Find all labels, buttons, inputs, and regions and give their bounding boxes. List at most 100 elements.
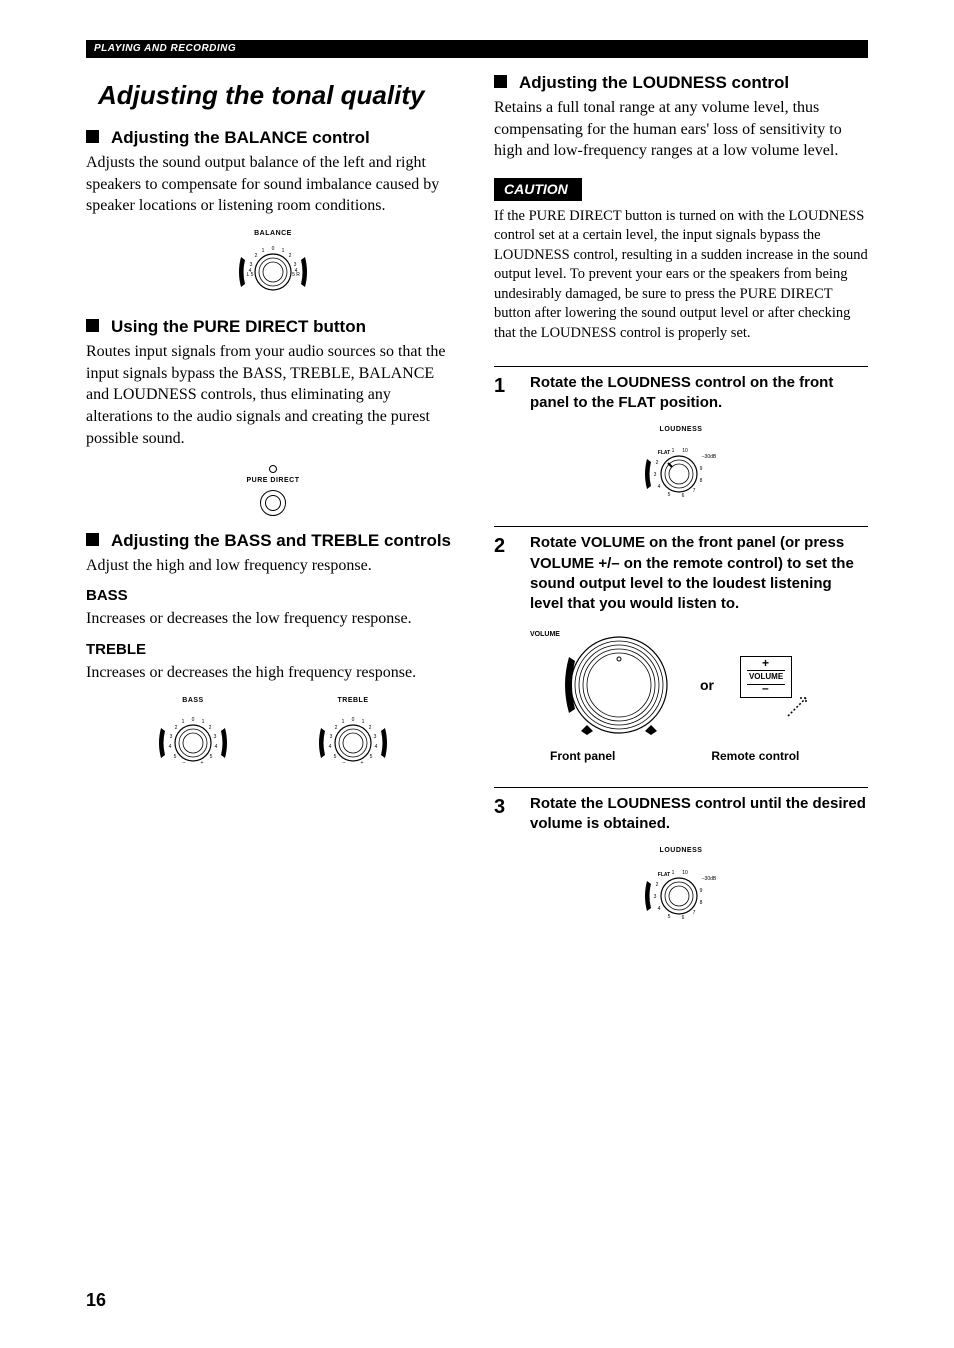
bullet-square-icon	[86, 319, 99, 332]
step-3-text: Rotate the LOUDNESS control until the de…	[530, 794, 868, 835]
svg-text:0: 0	[272, 246, 275, 252]
section-header-bar: PLAYING AND RECORDING	[86, 40, 868, 58]
step-1: 1 Rotate the LOUDNESS control on the fro…	[494, 367, 868, 414]
pure-direct-led-icon	[269, 465, 277, 473]
svg-text:3: 3	[214, 734, 217, 740]
svg-text:1: 1	[262, 248, 265, 254]
loudness-knob-icon: FLAT –30dB 110 29 38 47 56	[631, 434, 731, 504]
balance-knob-label: BALANCE	[254, 229, 292, 238]
step-2-figure: VOLUME	[494, 630, 868, 740]
svg-text:2: 2	[335, 725, 338, 731]
bass-knob-label: BASS	[182, 696, 203, 705]
bullet-square-icon	[86, 533, 99, 546]
svg-text:8: 8	[700, 900, 703, 906]
balance-knob-figure: BALANCE 0 L 55 R 11 22	[86, 229, 460, 302]
bass-treble-knobs: BASS 0 1 1 2 2 3 3	[86, 696, 460, 773]
pure-direct-body: Routes input signals from your audio sou…	[86, 341, 460, 449]
balance-body: Adjusts the sound output balance of the …	[86, 152, 460, 217]
svg-text:2: 2	[656, 460, 659, 466]
volume-knob-icon	[564, 630, 674, 740]
pure-direct-label: PURE DIRECT	[247, 476, 300, 485]
svg-text:3: 3	[374, 734, 377, 740]
caption-remote: Remote control	[711, 748, 799, 764]
step-1-number: 1	[494, 373, 512, 414]
svg-text:3: 3	[170, 734, 173, 740]
bullet-square-icon	[86, 130, 99, 143]
svg-text:5: 5	[668, 914, 671, 920]
pure-direct-button-icon	[260, 490, 286, 516]
bass-label: BASS	[86, 586, 460, 606]
heading-balance: Adjusting the BALANCE control	[86, 127, 460, 150]
svg-text:2: 2	[656, 882, 659, 888]
svg-text:9: 9	[700, 888, 703, 894]
svg-text:4: 4	[169, 744, 172, 750]
svg-text:8: 8	[700, 478, 703, 484]
svg-text:4: 4	[375, 744, 378, 750]
svg-text:2: 2	[255, 253, 258, 259]
svg-text:3: 3	[330, 734, 333, 740]
svg-text:6: 6	[682, 493, 685, 499]
svg-text:4: 4	[658, 906, 661, 912]
svg-text:5: 5	[370, 754, 373, 760]
svg-text:+: +	[201, 760, 204, 766]
step-2: 2 Rotate VOLUME on the front panel (or p…	[494, 527, 868, 614]
svg-text:0: 0	[352, 717, 355, 723]
treble-body: Increases or decreases the high frequenc…	[86, 662, 460, 684]
step-2-number: 2	[494, 533, 512, 614]
loudness-knob-label: LOUDNESS	[660, 846, 703, 855]
bass-body: Increases or decreases the low frequency…	[86, 608, 460, 630]
step-3: 3 Rotate the LOUDNESS control until the …	[494, 788, 868, 835]
svg-text:1: 1	[282, 248, 285, 254]
svg-text:4: 4	[658, 484, 661, 490]
left-column: Adjusting the tonal quality Adjusting th…	[86, 66, 460, 926]
svg-text:–: –	[183, 760, 186, 766]
step-1-figure: LOUDNESS FLAT –30dB 110	[494, 425, 868, 504]
svg-text:+: +	[361, 760, 364, 766]
svg-text:1: 1	[182, 719, 185, 725]
svg-text:–30dB: –30dB	[702, 454, 717, 460]
page-title: Adjusting the tonal quality	[98, 78, 460, 113]
svg-text:3: 3	[654, 472, 657, 478]
svg-text:6: 6	[682, 915, 685, 921]
heading-balance-text: Adjusting the BALANCE control	[111, 127, 370, 150]
heading-loudness-text: Adjusting the LOUDNESS control	[519, 72, 789, 95]
step-3-figure: LOUDNESS FLAT –30dB 110 29	[494, 846, 868, 925]
svg-text:FLAT: FLAT	[658, 450, 670, 456]
svg-text:FLAT: FLAT	[658, 872, 670, 878]
treble-label: TREBLE	[86, 640, 460, 660]
heading-pure-direct: Using the PURE DIRECT button	[86, 316, 460, 339]
svg-text:5: 5	[668, 492, 671, 498]
svg-text:–: –	[343, 760, 346, 766]
svg-text:5: 5	[334, 754, 337, 760]
svg-text:0: 0	[192, 717, 195, 723]
svg-text:1: 1	[672, 448, 675, 454]
step-1-text: Rotate the LOUDNESS control on the front…	[530, 373, 868, 414]
heading-bass-treble: Adjusting the BASS and TREBLE controls	[86, 530, 460, 553]
svg-text:1: 1	[202, 719, 205, 725]
right-column: Adjusting the LOUDNESS control Retains a…	[494, 66, 868, 926]
or-text: or	[700, 676, 714, 695]
svg-text:4: 4	[295, 268, 298, 274]
svg-text:7: 7	[693, 910, 696, 916]
svg-text:5: 5	[174, 754, 177, 760]
svg-text:1: 1	[672, 870, 675, 876]
loudness-knob-label: LOUDNESS	[660, 425, 703, 434]
balance-knob-icon: 0 L 55 R 11 22 33 44	[228, 238, 318, 302]
svg-text:4: 4	[329, 744, 332, 750]
section-header-text: PLAYING AND RECORDING	[86, 42, 236, 56]
page-number: 16	[86, 1288, 106, 1312]
svg-text:1: 1	[362, 719, 365, 725]
heading-bass-treble-text: Adjusting the BASS and TREBLE controls	[111, 530, 451, 553]
remote-volume-icon: + VOLUME –	[740, 656, 810, 714]
loudness-body: Retains a full tonal range at any volume…	[494, 97, 868, 162]
svg-text:1: 1	[342, 719, 345, 725]
treble-knob-label: TREBLE	[338, 696, 369, 705]
svg-text:7: 7	[693, 488, 696, 494]
svg-text:2: 2	[175, 725, 178, 731]
step-2-captions: Front panel Remote control	[494, 748, 868, 764]
bass-treble-body: Adjust the high and low frequency respon…	[86, 555, 460, 577]
heading-pure-direct-text: Using the PURE DIRECT button	[111, 316, 366, 339]
svg-text:2: 2	[369, 725, 372, 731]
treble-knob-icon: 0 1 1 2 2 3 3 4 4 5 5 – +	[308, 705, 398, 773]
svg-text:2: 2	[209, 725, 212, 731]
